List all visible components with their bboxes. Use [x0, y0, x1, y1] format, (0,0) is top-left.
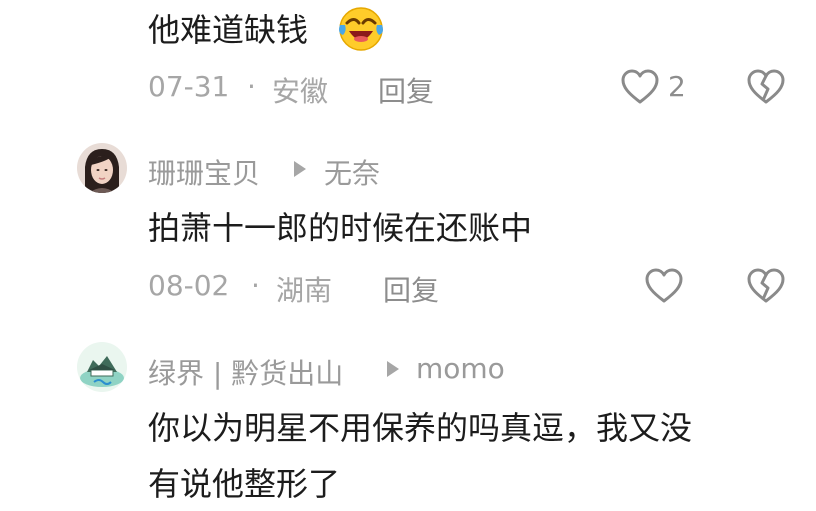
comment-date: 08-02 [148, 269, 230, 302]
reply-button[interactable]: 回复 [378, 70, 434, 110]
play-triangle-icon [293, 160, 307, 178]
comment-text-line: 有说他整形了 [148, 465, 341, 503]
comment-author[interactable]: 绿界 | 黔货出山 [148, 352, 343, 392]
broken-heart-icon[interactable] [746, 68, 786, 108]
meta-separator: · [247, 70, 256, 103]
comment-date: 07-31 [148, 70, 230, 103]
comment-text-line: 你以为明星不用保养的吗真逗，我又没 [148, 409, 693, 447]
play-triangle-icon [386, 360, 400, 378]
comment-location: 湖南 [276, 274, 333, 307]
avatar[interactable] [77, 342, 127, 392]
reply-to-author[interactable]: 无奈 [324, 152, 380, 192]
comment-text: 拍萧十一郎的时候在还账中 [148, 209, 533, 247]
meta-separator: · [251, 269, 260, 302]
reply-to-author[interactable]: momo [416, 352, 505, 385]
broken-heart-icon[interactable] [746, 267, 786, 307]
comment-location: 安徽 [272, 75, 329, 108]
like-count: 2 [668, 70, 686, 103]
comment-text: 他难道缺钱 [148, 11, 309, 49]
comment-author[interactable]: 珊珊宝贝 [148, 152, 260, 192]
heart-outline-icon[interactable] [644, 267, 684, 307]
reply-button[interactable]: 回复 [383, 269, 439, 309]
avatar[interactable] [77, 143, 127, 193]
laughing-crying-emoji-icon [337, 5, 385, 53]
heart-outline-icon[interactable] [620, 68, 660, 108]
